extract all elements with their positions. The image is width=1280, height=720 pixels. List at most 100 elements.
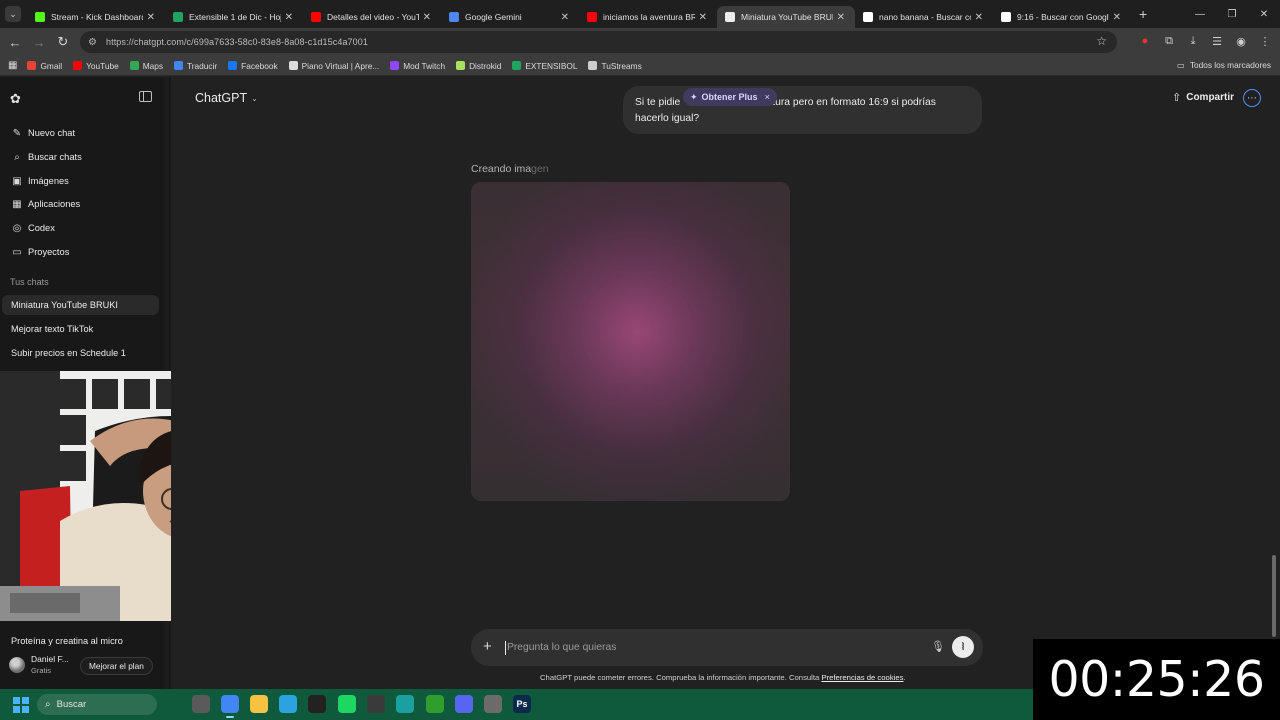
user-profile[interactable]: Daniel F... Gratis [9, 654, 69, 676]
browser-tab[interactable]: 9:16 - Buscar con Google ✕ [993, 6, 1131, 28]
bookmark-star-icon[interactable]: ☆ [1096, 34, 1107, 48]
chat-history-item[interactable]: Mejorar texto TikTok [2, 319, 159, 339]
edge-icon[interactable] [396, 695, 414, 713]
tab-close-icon[interactable]: ✕ [975, 12, 983, 23]
sidebar-item-codex[interactable]: ◎ Codex [11, 219, 55, 237]
browser-tab[interactable]: Stream - Kick Dashboard ✕ [27, 6, 165, 28]
tab-label: Stream - Kick Dashboard [51, 12, 143, 22]
tab-close-icon[interactable]: ✕ [285, 12, 293, 23]
bookmark-favicon-icon [228, 61, 238, 70]
extension-record-icon[interactable]: ● [1136, 30, 1154, 52]
reload-icon[interactable]: ↻ [51, 30, 75, 54]
bookmark-item[interactable]: EXTENSIBOL [512, 61, 577, 71]
browser-tab[interactable]: nano banana - Buscar con ✕ [855, 6, 993, 28]
message-input[interactable]: Pregunta lo que quieras [505, 641, 616, 655]
browser-tab[interactable]: Detalles del video - YouTu ✕ [303, 6, 441, 28]
chrome-icon[interactable] [221, 695, 239, 718]
profile-avatar-icon[interactable]: ◉ [1232, 30, 1250, 52]
tab-close-icon[interactable]: ✕ [423, 12, 431, 23]
telegram-icon[interactable] [279, 695, 297, 713]
browser-menu-icon[interactable]: ⋮ [1256, 30, 1274, 52]
tab-close-icon[interactable]: ✕ [147, 12, 155, 23]
main-scrollbar[interactable] [1272, 77, 1278, 689]
browser-tab[interactable]: iniciamos la aventura BRU ✕ [579, 6, 717, 28]
obs-icon[interactable] [367, 695, 385, 713]
capcut-icon[interactable] [308, 695, 326, 713]
address-bar[interactable]: ⚙ https://chatgpt.com/c/699a7633-58c0-83… [80, 31, 1117, 53]
tab-close-icon[interactable]: ✕ [837, 12, 845, 23]
share-button[interactable]: ⇧ Compartir [1172, 91, 1234, 104]
all-bookmarks-button[interactable]: ▭ Todos los marcadores [1177, 60, 1271, 70]
tab-search-dropdown-icon[interactable]: ⌄ [5, 6, 21, 22]
back-icon[interactable]: ← [3, 30, 27, 54]
creating-label: Creando ima [471, 163, 532, 175]
bookmark-item[interactable]: Mod Twitch [390, 61, 445, 71]
apps-grid-icon[interactable]: ▦ [8, 60, 17, 71]
upgrade-plan-button[interactable]: Mejorar el plan [80, 657, 153, 675]
tab-label: nano banana - Buscar con [879, 12, 971, 22]
close-icon[interactable]: × [765, 92, 770, 102]
close-window-icon[interactable]: ✕ [1248, 0, 1280, 28]
site-info-icon[interactable]: ⚙ [88, 36, 100, 48]
new-tab-button[interactable]: + [1139, 6, 1147, 22]
sidebar-item-nuevo-chat[interactable]: ✎ Nuevo chat [11, 124, 75, 142]
xbox-icon[interactable] [426, 695, 444, 713]
chat-history-item[interactable]: Subir precios en Schedule 1 [2, 343, 159, 363]
openai-logo-icon[interactable]: ✿ [10, 91, 24, 106]
tab-close-icon[interactable]: ✕ [1113, 12, 1121, 23]
browser-tab[interactable]: Google Gemini ✕ [441, 6, 579, 28]
extensions-icon[interactable]: ⧉ [1160, 30, 1178, 52]
sidebar-toggle-icon[interactable] [139, 91, 152, 102]
cookie-preferences-link[interactable]: Preferencias de cookies [821, 673, 903, 682]
taskbar-search[interactable]: ⌕ Buscar [37, 694, 157, 715]
bookmark-item[interactable]: Maps [129, 60, 164, 71]
bookmark-item[interactable]: Gmail [27, 61, 62, 71]
bookmark-item[interactable]: Facebook [228, 61, 278, 71]
tab-favicon-icon [725, 12, 735, 22]
restore-icon[interactable]: ❐ [1216, 0, 1248, 28]
spotify-icon[interactable] [338, 695, 356, 713]
sidebar-item-aplicaciones[interactable]: ▦ Aplicaciones [11, 195, 80, 213]
browser-tab[interactable]: Miniatura YouTube BRUKI ✕ [717, 6, 855, 28]
forward-icon[interactable]: → [27, 30, 51, 54]
chat-history-item[interactable]: Proteína y creatina al micro [2, 631, 159, 651]
tab-close-icon[interactable]: ✕ [699, 12, 707, 23]
microphone-icon[interactable]: 🎙︎ [931, 640, 945, 653]
browser-tab[interactable]: Extensible 1 de Dic - Hoja ✕ [165, 6, 303, 28]
bookmark-item[interactable]: Traducir [174, 61, 217, 71]
bookmark-label: TuStreams [601, 60, 642, 71]
downloads-icon[interactable]: ⤓ [1184, 30, 1202, 52]
photoshop-icon[interactable]: Ps [513, 695, 531, 713]
bookmark-item[interactable]: YouTube [73, 61, 119, 71]
model-selector[interactable]: ChatGPT ⌄ [195, 91, 258, 105]
get-plus-pill[interactable]: ✦ Obtener Plus × [683, 88, 777, 106]
voice-mode-icon[interactable]: ⦚ [952, 636, 974, 658]
windows-start-icon[interactable] [13, 697, 29, 713]
bookmark-label: Maps [142, 60, 164, 71]
bookmark-label: Gmail [40, 60, 63, 71]
codex-icon: ◎ [12, 222, 22, 234]
search-icon: ⌕ [14, 151, 20, 163]
bookmark-item[interactable]: Piano Virtual | Apre... [288, 61, 379, 71]
sidebar-item-im-genes[interactable]: ▣ Imágenes [11, 172, 69, 190]
file-explorer-icon[interactable] [250, 695, 268, 713]
folder-icon: ▭ [1176, 60, 1185, 70]
sidebar-item-buscar-chats[interactable]: ⌕ Buscar chats [11, 148, 82, 166]
add-attachment-icon[interactable]: + [483, 638, 492, 655]
snipping-icon[interactable] [484, 695, 502, 713]
user-message-bubble: Si te pidie tura pero en formato 16:9 si … [623, 86, 982, 134]
scrollbar-thumb[interactable] [1272, 555, 1276, 637]
bookmark-item[interactable]: TuStreams [588, 60, 642, 71]
user-message-line2: hacerlo igual? [635, 113, 700, 124]
more-options-icon[interactable]: ⋯ [1243, 89, 1261, 107]
bookmark-item[interactable]: Distrokid [456, 61, 501, 71]
message-composer[interactable]: + Pregunta lo que quieras 🎙︎ ⦚ [471, 629, 983, 666]
minimize-icon[interactable]: — [1184, 0, 1216, 28]
task-view-icon[interactable] [192, 695, 210, 713]
discord-icon[interactable] [455, 695, 473, 713]
tab-close-icon[interactable]: ✕ [561, 12, 569, 23]
sidebar-item-proyectos[interactable]: ▭ Proyectos [11, 243, 69, 261]
bookmark-favicon-icon [512, 61, 522, 70]
reading-list-icon[interactable]: ☰ [1208, 30, 1226, 52]
chat-history-item[interactable]: Miniatura YouTube BRUKI [2, 295, 159, 315]
